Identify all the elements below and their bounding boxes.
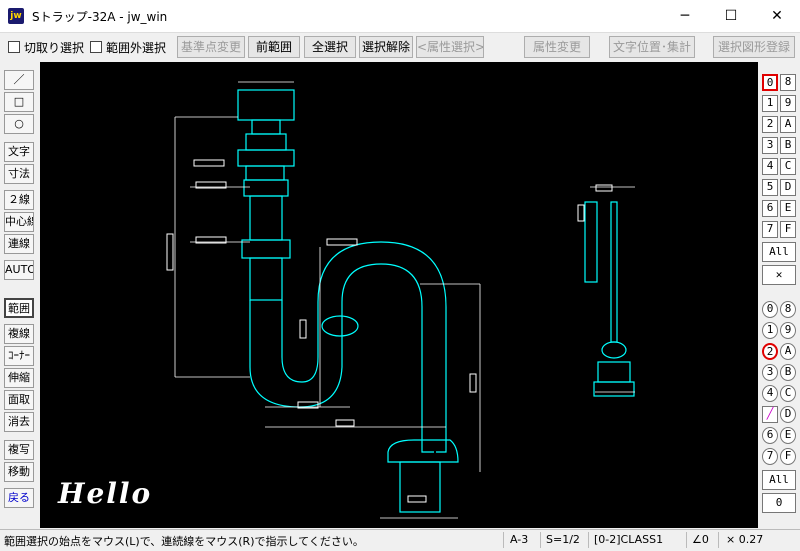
layer-0[interactable]: 0 [762, 301, 778, 318]
close-button[interactable]: ✕ [754, 0, 800, 32]
layer-group-all-button[interactable]: All [762, 242, 796, 262]
layer-7[interactable]: 7 [762, 448, 778, 465]
close-icon: ✕ [771, 8, 783, 24]
tool-palette: ／ □ ○ 文字 寸法 ２線 中心線 連線 AUTO 範囲 複線 ｺｰﾅｰ 伸縮… [0, 62, 40, 528]
deselect-button[interactable]: 選択解除 [359, 36, 413, 58]
status-separator [503, 532, 504, 548]
layer-group-1[interactable]: 1 [762, 95, 778, 112]
status-bar: 範囲選択の始点をマウス(L)で、連続線をマウス(R)で指示してください。 A-3… [0, 529, 800, 551]
layer-group-c[interactable]: C [780, 158, 796, 175]
layer-group-b[interactable]: B [780, 137, 796, 154]
attr-select-button[interactable]: <属性選択> [416, 36, 484, 58]
layer-group-d[interactable]: D [780, 179, 796, 196]
layer-3[interactable]: 3 [762, 364, 778, 381]
base-point-button[interactable]: 基準点変更 [177, 36, 245, 58]
layer-group-f[interactable]: F [780, 221, 796, 238]
status-separator [718, 532, 719, 548]
maximize-button[interactable]: ☐ [708, 0, 754, 32]
app-icon: jw [8, 8, 24, 24]
layer-panel: 0 8 1 9 2 A 3 B 4 C 5 D 6 E 7 F All ✕ 0 … [758, 62, 800, 528]
layer-group-0[interactable]: 0 [762, 74, 778, 91]
dimension-tool[interactable]: 寸法 [4, 164, 34, 184]
zoom-indicator[interactable]: × 0.27 [726, 533, 763, 546]
trap-outline [237, 89, 635, 513]
select-all-button[interactable]: 全選択 [304, 36, 356, 58]
status-separator [686, 532, 687, 548]
status-separator [540, 532, 541, 548]
layer-group-6[interactable]: 6 [762, 200, 778, 217]
layer-zero-button[interactable]: 0 [762, 493, 796, 513]
out-range-checkbox[interactable] [90, 41, 102, 53]
layer-group-8[interactable]: 8 [780, 74, 796, 91]
layer-b[interactable]: B [780, 364, 796, 381]
dimension-labels [166, 159, 613, 503]
layer-group-2[interactable]: 2 [762, 116, 778, 133]
dimension-lines [174, 81, 635, 519]
line-tool[interactable]: ／ [4, 70, 34, 90]
offset-tool[interactable]: 複線 [4, 324, 34, 344]
undo-tool[interactable]: 戻る [4, 488, 34, 508]
auto-tool[interactable]: AUTO [4, 260, 34, 280]
layer-c[interactable]: C [780, 385, 796, 402]
minimize-icon: ─ [680, 8, 690, 24]
s-trap-drawing [166, 81, 635, 519]
layer-group-e[interactable]: E [780, 200, 796, 217]
center-line-tool[interactable]: 中心線 [4, 212, 34, 232]
layer-all-button[interactable]: All [762, 470, 796, 490]
move-tool[interactable]: 移動 [4, 462, 34, 482]
layer-group-7[interactable]: 7 [762, 221, 778, 238]
double-line-tool[interactable]: ２線 [4, 190, 34, 210]
layer-1[interactable]: 1 [762, 322, 778, 339]
window-title: Sトラップ-32A - jw_win [32, 10, 168, 24]
layer-group-9[interactable]: 9 [780, 95, 796, 112]
layer-group-3[interactable]: 3 [762, 137, 778, 154]
erase-tool[interactable]: 消去 [4, 412, 34, 432]
cut-select-label: 切取り選択 [24, 41, 85, 55]
layer-2[interactable]: 2 [762, 343, 778, 360]
range-tool[interactable]: 範囲 [4, 298, 34, 318]
attr-change-button[interactable]: 属性変更 [524, 36, 590, 58]
prev-range-button[interactable]: 前範囲 [248, 36, 300, 58]
cross-button[interactable]: ✕ [762, 265, 796, 285]
layer-a[interactable]: A [780, 343, 796, 360]
text-tool[interactable]: 文字 [4, 142, 34, 162]
connect-line-tool[interactable]: 連線 [4, 234, 34, 254]
circle-tool[interactable]: ○ [4, 114, 34, 134]
minimize-button[interactable]: ─ [662, 0, 708, 32]
stretch-tool[interactable]: 伸縮 [4, 368, 34, 388]
corner-tool[interactable]: ｺｰﾅｰ [4, 346, 34, 366]
maximize-icon: ☐ [724, 8, 738, 24]
layer-6[interactable]: 6 [762, 427, 778, 444]
cut-select-checkbox[interactable] [8, 41, 20, 53]
layer-group-4[interactable]: 4 [762, 158, 778, 175]
pen-icon: ╱ [766, 407, 774, 420]
rectangle-tool[interactable]: □ [4, 92, 34, 112]
paper-size[interactable]: A-3 [510, 533, 528, 546]
register-shape-button[interactable]: 選択図形登録 [713, 36, 795, 58]
layer-8[interactable]: 8 [780, 301, 796, 318]
cross-icon: ✕ [775, 268, 783, 281]
out-range-label: 範囲外選択 [106, 41, 167, 55]
status-separator [588, 532, 589, 548]
copy-tool[interactable]: 複写 [4, 440, 34, 460]
status-message: 範囲選択の始点をマウス(L)で、連続線をマウス(R)で指示してください。 [4, 535, 364, 548]
layer-group-a[interactable]: A [780, 116, 796, 133]
layer-f[interactable]: F [780, 448, 796, 465]
layer-indicator[interactable]: [0-2]CLASS1 [594, 533, 663, 546]
angle-indicator[interactable]: ∠0 [692, 533, 709, 546]
hello-watermark: Hello [58, 477, 153, 510]
chamfer-tool[interactable]: 面取 [4, 390, 34, 410]
layer-d[interactable]: D [780, 406, 796, 423]
layer-e[interactable]: E [780, 427, 796, 444]
scale-indicator[interactable]: S=1/2 [546, 533, 580, 546]
layer-9[interactable]: 9 [780, 322, 796, 339]
selection-toolbar: 切取り選択 範囲外選択 基準点変更 前範囲 全選択 選択解除 <属性選択> 属性… [0, 33, 800, 61]
layer-group-5[interactable]: 5 [762, 179, 778, 196]
layer-5-pen[interactable]: ╱ [762, 406, 778, 423]
title-bar: jw Sトラップ-32A - jw_win ─ ☐ ✕ [0, 0, 800, 33]
layer-4[interactable]: 4 [762, 385, 778, 402]
drawing-canvas[interactable]: Hello [40, 62, 758, 528]
text-position-button[interactable]: 文字位置･集計 [609, 36, 695, 58]
